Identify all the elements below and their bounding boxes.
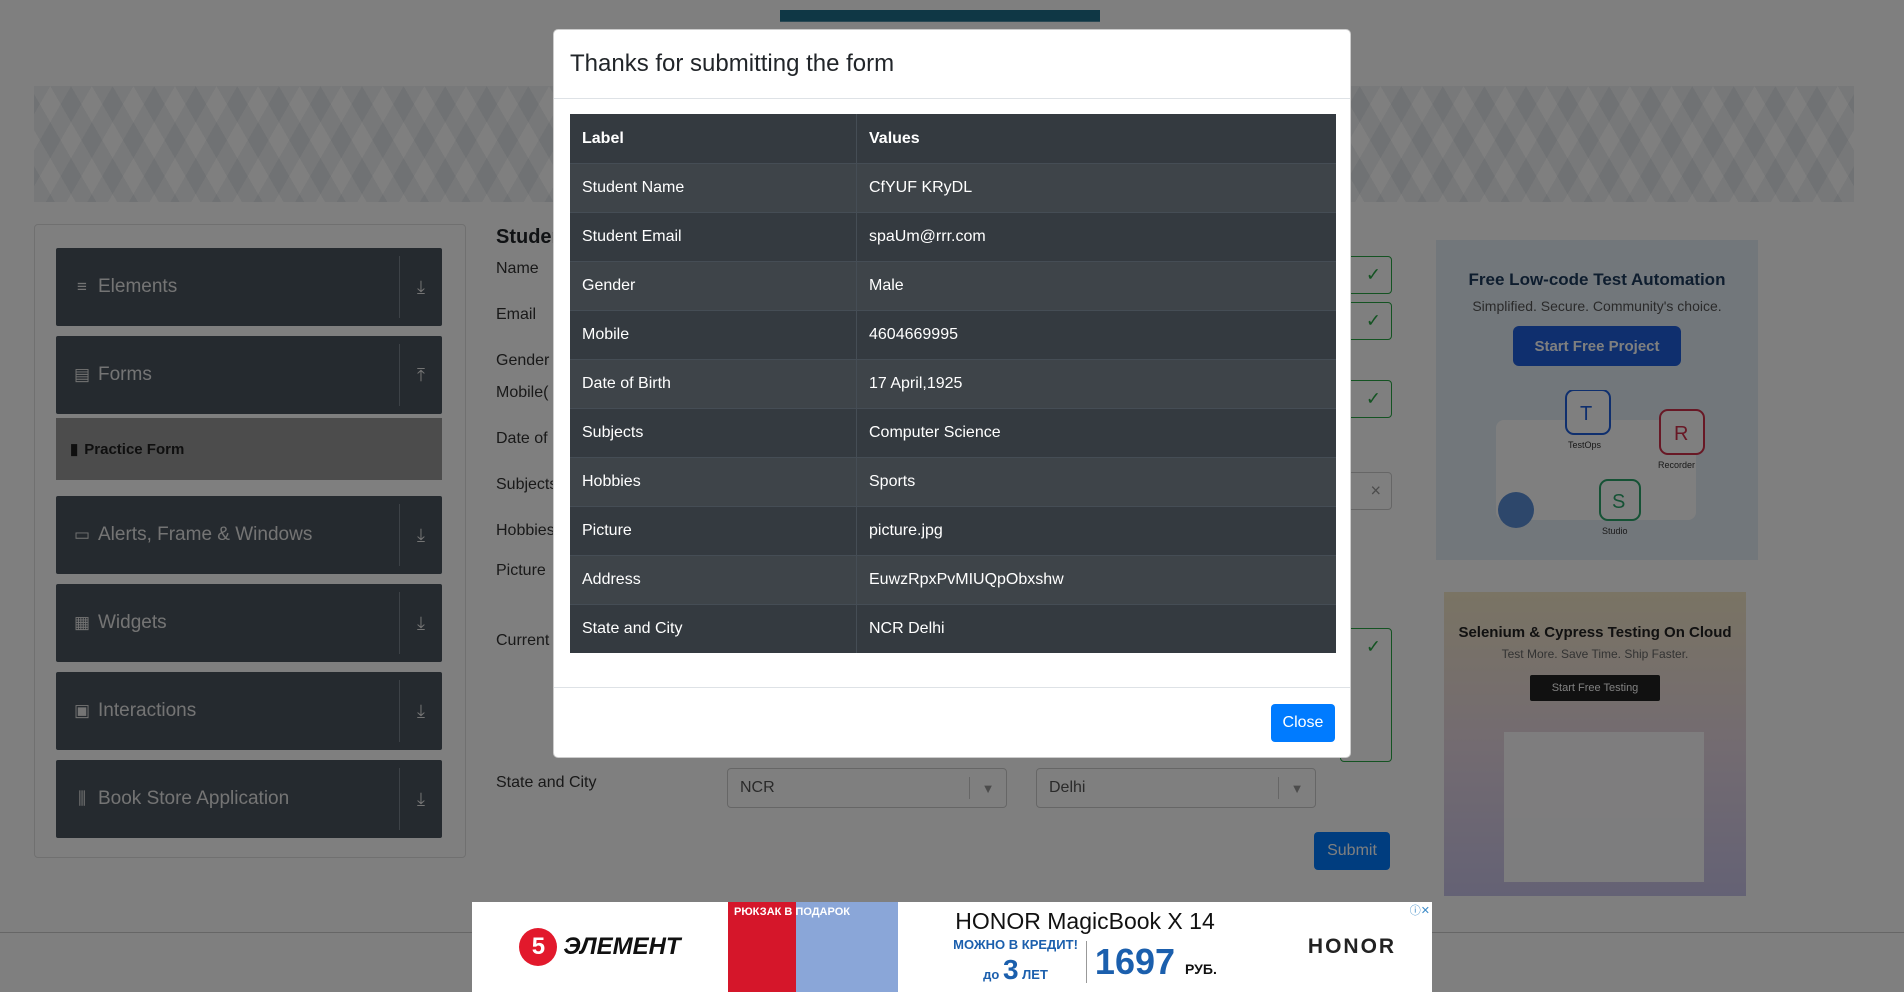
price-value: 1697 xyxy=(1094,940,1176,982)
bottom-ad-banner[interactable]: 5 ЭЛЕМЕНТ РЮКЗАК В ПОДАРОК HONOR MagicBo… xyxy=(472,902,1432,992)
row-value: spaUm@rrr.com xyxy=(856,212,1336,262)
promo-text: РЮКЗАК В ПОДАРОК xyxy=(734,906,850,918)
row-value: picture.jpg xyxy=(856,506,1336,556)
row-value: 17 April,1925 xyxy=(856,359,1336,409)
eldorado-logo: 5 ЭЛЕМЕНТ xyxy=(472,928,728,966)
brand-name: ЭЛЕМЕНТ xyxy=(563,933,681,960)
currency: РУБ. xyxy=(1185,960,1217,977)
row-label: Student Email xyxy=(570,212,857,262)
product-name: HONOR MagicBook X 14 xyxy=(955,907,1215,934)
modal-title: Thanks for submitting the form xyxy=(570,50,895,77)
table-row: Subjects Computer Science xyxy=(570,408,1336,458)
values-header: Values xyxy=(869,129,920,147)
table-header-row: Label Values xyxy=(570,114,1336,164)
row-value: NCR Delhi xyxy=(856,604,1336,653)
table-row: Student Name CfYUF KRyDL xyxy=(570,163,1336,213)
row-label: Date of Birth xyxy=(570,359,857,409)
row-label: Subjects xyxy=(570,408,857,458)
table-row: Hobbies Sports xyxy=(570,457,1336,507)
price: 1697 РУБ. xyxy=(1095,941,1217,983)
credit-line: МОЖНО В КРЕДИТ! xyxy=(953,936,1078,952)
row-value: CfYUF KRyDL xyxy=(856,163,1336,213)
honor-logo: HONOR xyxy=(1307,935,1397,958)
table-row: Date of Birth 17 April,1925 xyxy=(570,359,1336,409)
ad-close-icon[interactable]: ⓘ✕ xyxy=(1407,902,1432,918)
row-label: Address xyxy=(570,555,857,605)
credit-suffix: ЛЕТ xyxy=(1022,966,1048,982)
table-row: Address EuwzRpxPvMIUQpObxshw xyxy=(570,555,1336,605)
brand-digit: 5 xyxy=(519,928,558,966)
close-button[interactable]: Close xyxy=(1271,704,1335,742)
table-row: Picture picture.jpg xyxy=(570,506,1336,556)
table-row: Mobile 4604669995 xyxy=(570,310,1336,360)
row-value: Male xyxy=(856,261,1336,311)
row-value: 4604669995 xyxy=(856,310,1336,360)
row-value: Sports xyxy=(856,457,1336,507)
label-header: Label xyxy=(570,114,857,164)
row-label: Gender xyxy=(570,261,857,311)
row-label: Picture xyxy=(570,506,857,556)
table-row: Student Email spaUm@rrr.com xyxy=(570,212,1336,262)
row-label: Hobbies xyxy=(570,457,857,507)
row-label: Student Name xyxy=(570,163,857,213)
table-row: State and City NCR Delhi xyxy=(570,604,1336,653)
table-row: Gender Male xyxy=(570,261,1336,311)
credit-years: 3 xyxy=(1002,953,1019,985)
credit-prefix: до xyxy=(983,966,1000,982)
row-label: State and City xyxy=(570,604,857,653)
promo-image: РЮКЗАК В ПОДАРОК xyxy=(728,902,898,992)
results-table: Label Values Student Name CfYUF KRyDL Stu… xyxy=(570,114,1336,653)
row-label: Mobile xyxy=(570,310,857,360)
row-value: EuwzRpxPvMIUQpObxshw xyxy=(856,555,1336,605)
submission-modal: Thanks for submitting the form Label Val… xyxy=(553,29,1351,758)
row-value: Computer Science xyxy=(856,408,1336,458)
